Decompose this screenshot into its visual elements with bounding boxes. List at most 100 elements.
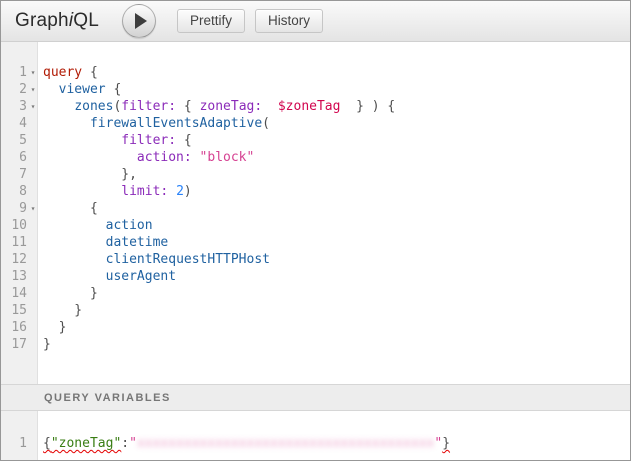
token-punct: }, xyxy=(43,167,137,182)
code-line-content: viewer { xyxy=(39,81,121,98)
token-property: userAgent xyxy=(106,269,176,284)
line-number: 9 xyxy=(1,200,27,217)
graphiql-app: GraphiQL Prettify History 1▾query {2▾ vi… xyxy=(0,0,631,461)
line-number: 5 xyxy=(1,132,27,149)
token-punct-squiggle: { xyxy=(43,436,51,451)
fold-arrow-icon[interactable]: ▾ xyxy=(27,200,39,217)
code-line: 1▾query { xyxy=(1,64,630,81)
gutter-cell: 1 xyxy=(1,435,39,452)
history-button[interactable]: History xyxy=(255,9,323,33)
code-line-content: limit: 2) xyxy=(39,183,192,200)
token-plain xyxy=(43,269,106,284)
gutter-cell: 5 xyxy=(1,132,39,149)
token-punct: : xyxy=(121,436,129,451)
code-line: 5 filter: { xyxy=(1,132,630,149)
token-plain xyxy=(192,99,200,114)
line-number: 1 xyxy=(1,64,27,81)
query-editor[interactable]: 1▾query {2▾ viewer {3▾ zones(filter: { z… xyxy=(1,42,630,384)
token-string: "block" xyxy=(200,150,255,165)
token-plain xyxy=(43,218,106,233)
code-line-content: { xyxy=(39,200,98,217)
code-line: 6 action: "block" xyxy=(1,149,630,166)
gutter-cell: 7 xyxy=(1,166,39,183)
code-line-content: } xyxy=(39,302,82,319)
token-plain xyxy=(192,150,200,165)
token-number: 2 xyxy=(176,184,184,199)
gutter-cell: 13 xyxy=(1,268,39,285)
code-line-content: clientRequestHTTPHost xyxy=(39,251,270,268)
line-number: 1 xyxy=(1,435,27,452)
query-variables-bar[interactable]: QUERY VARIABLES xyxy=(1,384,630,411)
token-plain xyxy=(43,133,121,148)
line-number: 15 xyxy=(1,302,27,319)
token-punct: { xyxy=(43,201,98,216)
line-number: 7 xyxy=(1,166,27,183)
gutter-cell: 14 xyxy=(1,285,39,302)
code-line: 4 firewallEventsAdaptive( xyxy=(1,115,630,132)
code-line: 2▾ viewer { xyxy=(1,81,630,98)
gutter-cell: 17 xyxy=(1,336,39,353)
token-plain xyxy=(168,184,176,199)
code-line-content: userAgent xyxy=(39,268,176,285)
line-number: 4 xyxy=(1,115,27,132)
gutter-cell: 9▾ xyxy=(1,200,39,217)
token-punct: { xyxy=(106,82,122,97)
token-attribute: filter: xyxy=(121,133,176,148)
token-plain xyxy=(43,82,59,97)
token-punct: { xyxy=(176,133,192,148)
code-line: 10 action xyxy=(1,217,630,234)
gutter-cell: 1▾ xyxy=(1,64,39,81)
token-string: " xyxy=(129,436,137,451)
token-attribute: filter: xyxy=(121,99,176,114)
code-line: 13 userAgent xyxy=(1,268,630,285)
redacted-value-blur: xxxxxxxxxxxxxxxxxxxxxxxxxxxxxxxxxxxxxx xyxy=(137,436,434,451)
play-triangle-icon xyxy=(135,13,147,29)
code-line: 3▾ zones(filter: { zoneTag: $zoneTag } )… xyxy=(1,98,630,115)
line-number: 2 xyxy=(1,81,27,98)
token-punct: } xyxy=(43,303,82,318)
token-punct: } xyxy=(43,337,51,352)
gutter-cell: 12 xyxy=(1,251,39,268)
code-line-content: action xyxy=(39,217,153,234)
code-line: 1 {"zoneTag":"xxxxxxxxxxxxxxxxxxxxxxxxxxx… xyxy=(1,435,630,452)
token-punct: ( xyxy=(262,116,270,131)
token-plain xyxy=(43,116,90,131)
gutter-cell: 4 xyxy=(1,115,39,132)
line-number: 14 xyxy=(1,285,27,302)
token-property: firewallEventsAdaptive xyxy=(90,116,262,131)
fold-arrow-icon[interactable]: ▾ xyxy=(27,64,39,81)
code-line-content: filter: { xyxy=(39,132,192,149)
code-line-content: action: "block" xyxy=(39,149,254,166)
token-varname-squiggle: "zoneTag" xyxy=(51,436,121,451)
code-line-content: }, xyxy=(39,166,137,183)
variables-editor[interactable]: 1 {"zoneTag":"xxxxxxxxxxxxxxxxxxxxxxxxxxx… xyxy=(1,411,630,460)
token-plain xyxy=(262,99,278,114)
code-line-content: } xyxy=(39,336,51,353)
gutter-cell: 6 xyxy=(1,149,39,166)
fold-arrow-icon[interactable]: ▾ xyxy=(27,98,39,115)
graphiql-logo: GraphiQL xyxy=(15,10,99,32)
logo-part-graph: Graph xyxy=(15,10,69,31)
line-number: 6 xyxy=(1,149,27,166)
prettify-button[interactable]: Prettify xyxy=(177,9,245,33)
token-attribute: limit: xyxy=(121,184,168,199)
gutter-cell: 15 xyxy=(1,302,39,319)
gutter-cell: 2▾ xyxy=(1,81,39,98)
gutter-cell: 8 xyxy=(1,183,39,200)
query-variables-title: QUERY VARIABLES xyxy=(44,392,171,404)
code-line: 15 } xyxy=(1,302,630,319)
code-line-content: zones(filter: { zoneTag: $zoneTag } ) { xyxy=(39,98,395,115)
code-line-content: } xyxy=(39,285,98,302)
code-line-content: query { xyxy=(39,64,98,81)
code-line: 14 } xyxy=(1,285,630,302)
execute-query-button[interactable] xyxy=(122,4,156,38)
token-plain xyxy=(176,99,184,114)
line-number: 8 xyxy=(1,183,27,200)
fold-arrow-icon[interactable]: ▾ xyxy=(27,81,39,98)
code-line: 12 clientRequestHTTPHost xyxy=(1,251,630,268)
token-property: datetime xyxy=(106,235,169,250)
gutter-cell: 11 xyxy=(1,234,39,251)
token-plain xyxy=(43,184,121,199)
token-plain xyxy=(43,252,106,267)
code-line-content: } xyxy=(39,319,66,336)
